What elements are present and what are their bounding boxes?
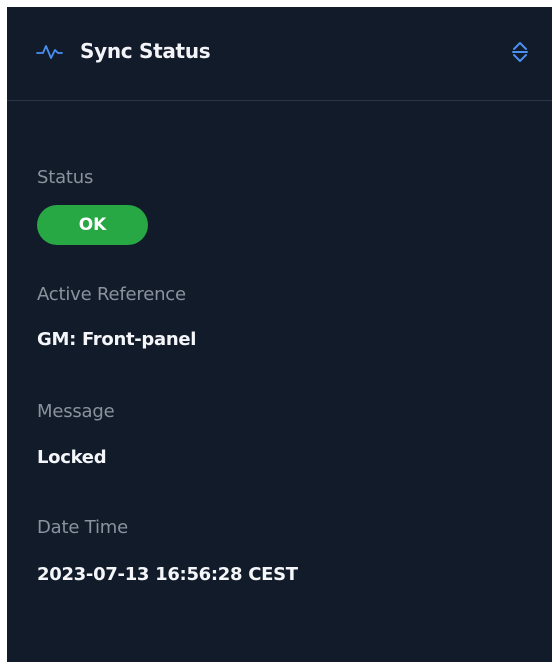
- sync-status-panel: Sync Status Status OK Active Reference G…: [7, 7, 552, 662]
- active-reference-label: Active Reference: [37, 284, 186, 305]
- sort-icon[interactable]: [510, 40, 530, 64]
- panel-title: Sync Status: [80, 39, 211, 63]
- message-label: Message: [37, 401, 115, 422]
- date-time-label: Date Time: [37, 517, 128, 538]
- panel-header: Sync Status: [7, 7, 552, 101]
- date-time-value: 2023-07-13 16:56:28 CEST: [37, 564, 298, 585]
- status-badge: OK: [37, 205, 148, 245]
- active-reference-value: GM: Front-panel: [37, 329, 197, 350]
- status-label: Status: [37, 167, 94, 188]
- message-value: Locked: [37, 447, 107, 468]
